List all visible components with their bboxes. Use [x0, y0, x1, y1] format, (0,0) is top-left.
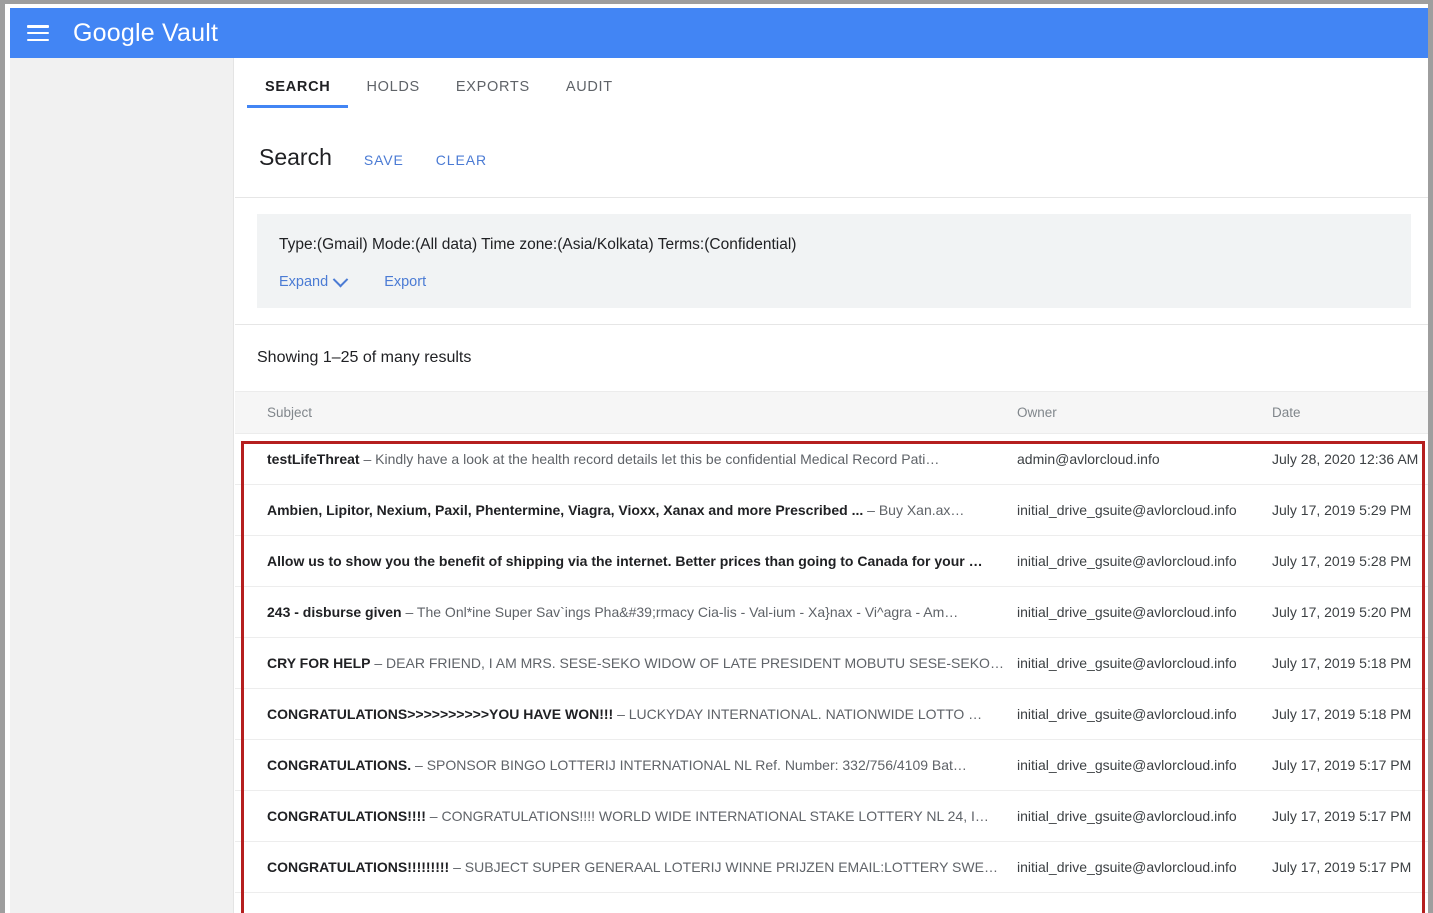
subject-title: CONGRATULATIONS!!!!!!!!! — [267, 859, 450, 875]
subject-separator: – — [613, 706, 629, 722]
cell-owner: initial_drive_gsuite@avlorcloud.info — [1017, 637, 1272, 689]
table-row[interactable]: testLifeThreat – Kindly have a look at t… — [235, 433, 1428, 485]
query-summary-panel: Type:(Gmail) Mode:(All data) Time zone:(… — [257, 214, 1411, 308]
tab-exports[interactable]: EXPORTS — [438, 79, 548, 108]
expand-query-button[interactable]: Expand — [279, 271, 349, 290]
browser-window-frame: Google Vault SEARCH HOLDS EXPORTS AUDIT … — [0, 0, 1433, 913]
cell-owner: initial_drive_gsuite@avlorcloud.info — [1017, 535, 1272, 587]
cell-date: July 17, 2019 5:20 PM — [1272, 586, 1428, 638]
column-header-subject[interactable]: Subject — [235, 391, 1017, 434]
cell-owner: initial_drive_gsuite@avlorcloud.info — [1017, 688, 1272, 740]
cell-owner: initial_drive_gsuite@avlorcloud.info — [1017, 739, 1272, 791]
cell-subject[interactable]: CONGRATULATIONS!!!!!!!!! – SUBJECT SUPER… — [235, 841, 1017, 893]
cell-date: July 17, 2019 5:18 PM — [1272, 637, 1428, 689]
subject-snippet: CONGRATULATIONS!!!! WORLD WIDE INTERNATI… — [441, 808, 989, 824]
subject-separator: – — [401, 604, 417, 620]
subject-title: CRY FOR HELP — [267, 655, 371, 671]
export-query-button[interactable]: Export — [384, 274, 426, 290]
save-search-button[interactable]: SAVE — [364, 152, 404, 168]
cell-subject[interactable]: CONGRATULATIONS>>>>>>>>>>YOU HAVE WON!!!… — [235, 688, 1017, 740]
tab-bar: SEARCH HOLDS EXPORTS AUDIT — [235, 58, 1428, 109]
subject-title: Allow us to show you the benefit of ship… — [267, 553, 983, 569]
table-row[interactable]: CONGRATULATIONS!!!!!!!!! – SUBJECT SUPER… — [235, 841, 1428, 893]
cell-date: July 17, 2019 5:17 PM — [1272, 790, 1428, 842]
subject-snippet: Buy Xan.ax… — [878, 502, 965, 518]
subject-separator: – — [359, 451, 376, 467]
clear-search-button[interactable]: CLEAR — [436, 152, 487, 168]
results-table-head: Subject Owner Date — [235, 391, 1428, 434]
table-row[interactable]: CRY FOR HELP – DEAR FRIEND, I AM MRS. SE… — [235, 637, 1428, 689]
table-header-row: Subject Owner Date — [235, 391, 1428, 434]
cell-subject[interactable]: Ambien, Lipitor, Nexium, Paxil, Phenterm… — [235, 484, 1017, 536]
subject-snippet: The Onl*ine Super Sav`ings Pha&#39;rmacy… — [416, 604, 959, 620]
table-row[interactable]: CONGRATULATIONS!!!! – CONGRATULATIONS!!!… — [235, 790, 1428, 842]
cell-subject[interactable]: CONGRATULATIONS!!!! – CONGRATULATIONS!!!… — [235, 790, 1017, 842]
search-header: Search SAVE CLEAR — [235, 108, 1428, 197]
tab-search[interactable]: SEARCH — [247, 79, 349, 108]
subject-snippet: Kindly have a look at the health record … — [375, 451, 940, 467]
query-panel-wrapper: Type:(Gmail) Mode:(All data) Time zone:(… — [235, 198, 1428, 324]
chevron-down-icon — [332, 271, 349, 287]
results-table: Subject Owner Date testLifeThreat – Kind… — [235, 391, 1428, 893]
subject-snippet: SPONSOR BINGO LOTTERIJ INTERNATIONAL NL … — [426, 757, 967, 773]
hamburger-menu-icon[interactable] — [27, 25, 49, 41]
cell-owner: initial_drive_gsuite@avlorcloud.info — [1017, 790, 1272, 842]
subject-title: 243 - disburse given — [267, 604, 402, 620]
subject-separator: – — [449, 859, 465, 875]
cell-subject[interactable]: testLifeThreat – Kindly have a look at t… — [235, 433, 1017, 485]
table-row[interactable]: Ambien, Lipitor, Nexium, Paxil, Phenterm… — [235, 484, 1428, 536]
cell-owner: initial_drive_gsuite@avlorcloud.info — [1017, 484, 1272, 536]
query-actions: Expand Export — [279, 271, 1389, 290]
table-row[interactable]: CONGRATULATIONS. – SPONSOR BINGO LOTTERI… — [235, 739, 1428, 791]
cell-date: July 17, 2019 5:18 PM — [1272, 688, 1428, 740]
results-count: Showing 1–25 of many results — [235, 324, 1428, 391]
cell-subject[interactable]: 243 - disburse given – The Onl*ine Super… — [235, 586, 1017, 638]
cell-subject[interactable]: CRY FOR HELP – DEAR FRIEND, I AM MRS. SE… — [235, 637, 1017, 689]
table-row[interactable]: CONGRATULATIONS>>>>>>>>>>YOU HAVE WON!!!… — [235, 688, 1428, 740]
subject-snippet: SUBJECT SUPER GENERAAL LOTERIJ WINNE PRI… — [464, 859, 998, 875]
cell-date: July 17, 2019 5:17 PM — [1272, 739, 1428, 791]
cell-date: July 17, 2019 5:17 PM — [1272, 841, 1428, 893]
subject-separator: – — [425, 808, 442, 824]
cell-date: July 17, 2019 5:28 PM — [1272, 535, 1428, 587]
cell-owner: initial_drive_gsuite@avlorcloud.info — [1017, 586, 1272, 638]
expand-label: Expand — [279, 274, 329, 290]
column-header-owner[interactable]: Owner — [1017, 391, 1272, 434]
table-row[interactable]: Allow us to show you the benefit of ship… — [235, 535, 1428, 587]
main-content: SEARCH HOLDS EXPORTS AUDIT Search SAVE C… — [235, 58, 1428, 913]
window-content: Google Vault SEARCH HOLDS EXPORTS AUDIT … — [10, 8, 1428, 913]
subject-title: CONGRATULATIONS. — [267, 757, 412, 773]
subject-separator: – — [411, 757, 427, 773]
cell-subject[interactable]: CONGRATULATIONS. – SPONSOR BINGO LOTTERI… — [235, 739, 1017, 791]
left-sidebar — [10, 58, 234, 913]
tab-audit[interactable]: AUDIT — [548, 79, 631, 108]
results-table-body: testLifeThreat – Kindly have a look at t… — [235, 433, 1428, 893]
subject-title: CONGRATULATIONS>>>>>>>>>>YOU HAVE WON!!! — [267, 706, 614, 722]
cell-date: July 17, 2019 5:29 PM — [1272, 484, 1428, 536]
cell-date: July 28, 2020 12:36 AM — [1272, 433, 1428, 485]
cell-subject[interactable]: Allow us to show you the benefit of ship… — [235, 535, 1017, 587]
tab-holds[interactable]: HOLDS — [348, 79, 437, 108]
subject-snippet: LUCKYDAY INTERNATIONAL. NATIONWIDE LOTTO… — [628, 706, 983, 722]
table-row[interactable]: 243 - disburse given – The Onl*ine Super… — [235, 586, 1428, 638]
subject-separator: – — [370, 655, 387, 671]
subject-snippet: DEAR FRIEND, I AM MRS. SESE-SEKO WIDOW O… — [386, 655, 1004, 671]
subject-title: testLifeThreat — [267, 451, 360, 467]
subject-separator: – — [863, 502, 879, 518]
query-summary-text: Type:(Gmail) Mode:(All data) Time zone:(… — [279, 236, 797, 253]
subject-title: Ambien, Lipitor, Nexium, Paxil, Phenterm… — [267, 502, 864, 518]
page-title: Search — [259, 144, 332, 170]
column-header-date[interactable]: Date — [1272, 391, 1428, 434]
subject-title: CONGRATULATIONS!!!! — [267, 808, 426, 824]
cell-owner: initial_drive_gsuite@avlorcloud.info — [1017, 841, 1272, 893]
cell-owner: admin@avlorcloud.info — [1017, 433, 1272, 485]
search-panel: Search SAVE CLEAR Type:(Gmail) Mode:(All… — [235, 108, 1428, 893]
app-header-bar: Google Vault — [10, 8, 1428, 58]
app-title: Google Vault — [73, 18, 219, 47]
